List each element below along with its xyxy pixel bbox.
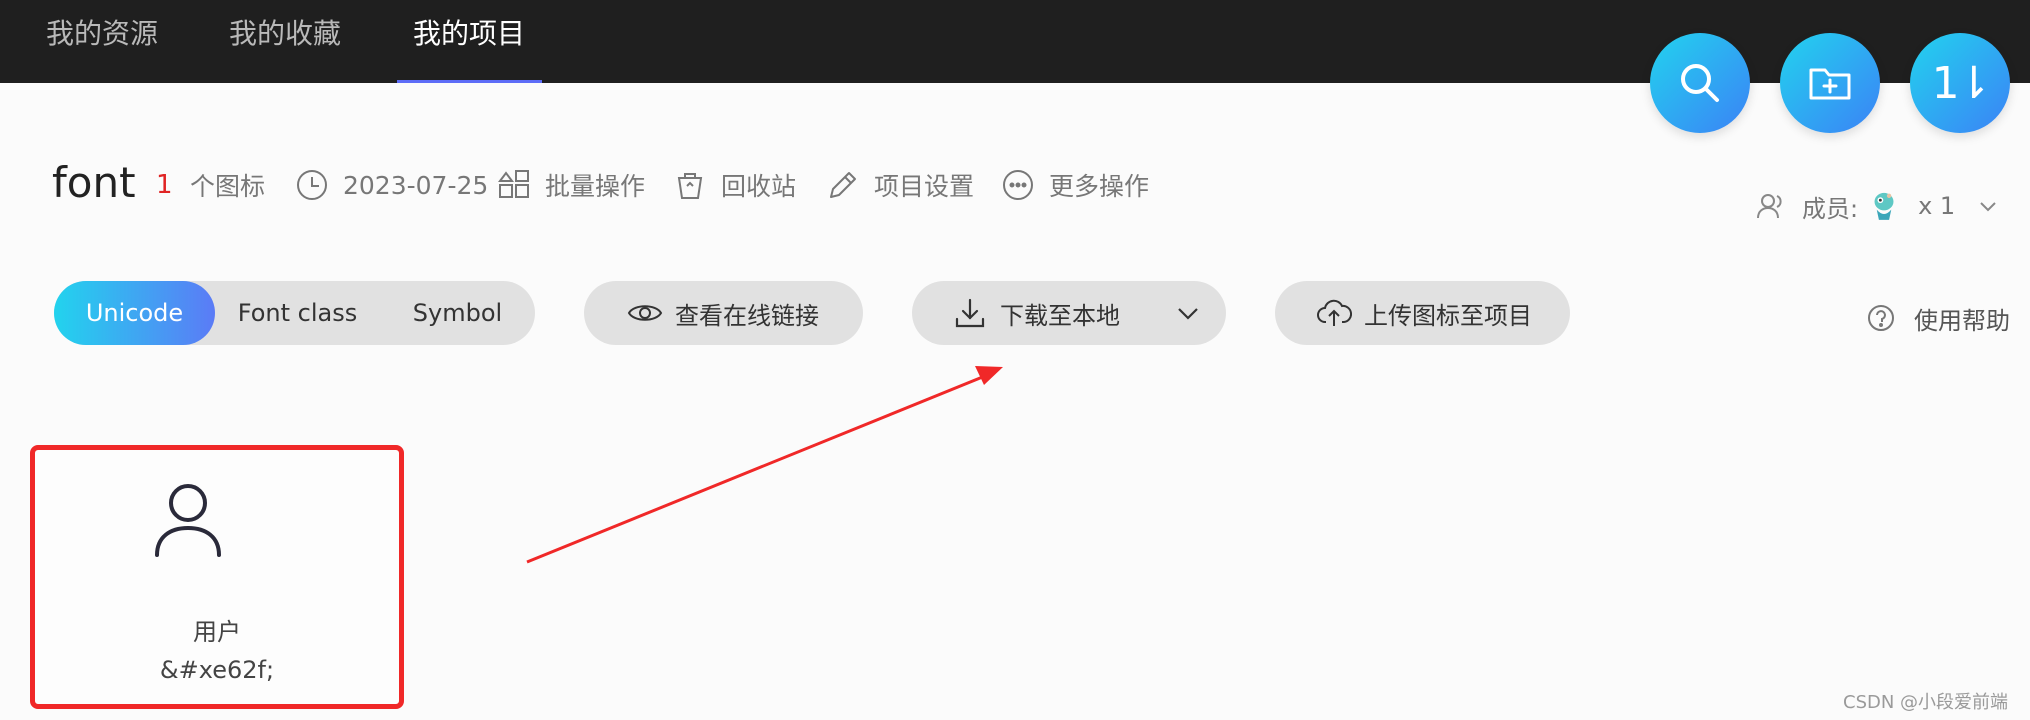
recycle-bin-label: 回收站 [721,172,797,201]
watermark: CSDN @小段爱前端 [1843,692,2009,713]
recycle-bin-link[interactable]: 回收站 [673,165,796,205]
icon-card[interactable]: 用户 &#xe62f; [30,445,404,709]
download-local-label: 下载至本地 [1000,301,1120,330]
project-settings-link[interactable]: 项目设置 [826,165,974,205]
members-dropdown[interactable]: 成员: x 1 [1756,186,1999,226]
download-local-button[interactable]: 下载至本地 [912,281,1226,345]
usage-help-label: 使用帮助 [1914,306,2010,335]
add-folder-icon [1809,68,1851,100]
clock-icon [297,170,327,200]
tab-my-resources[interactable]: 我的资源 [46,0,158,83]
batch-operation-link[interactable]: 批量操作 [497,165,645,205]
view-online-link-button[interactable]: 查看在线链接 [584,281,863,345]
trash-icon [677,173,703,199]
segment-font-class[interactable]: Font class [215,281,380,345]
sort-button[interactable]: 1⇂ [1910,33,2010,133]
more-icon [1003,170,1033,200]
download-icon [955,298,985,328]
chevron-down-icon [1980,202,1996,212]
help-icon [1868,305,1894,331]
icon-unicode-code: &#xe62f; [159,656,275,684]
usage-help-link[interactable]: 使用帮助 [1866,300,2010,336]
search-icon [1681,64,1719,102]
cloud-upload-icon [1317,299,1352,326]
upload-icons-button[interactable]: 上传图标至项目 [1275,281,1570,345]
more-operations-link[interactable]: 更多操作 [1001,165,1149,205]
user-icon [155,484,221,557]
members-label: 成员: [1802,194,1859,223]
avatar [1874,192,1894,220]
tab-my-favorites[interactable]: 我的收藏 [229,0,341,83]
active-tab-indicator [397,80,542,83]
segment-unicode[interactable]: Unicode [54,281,215,345]
add-folder-button[interactable] [1780,33,1880,133]
grid-icon [498,170,529,198]
chevron-down-icon [1178,308,1198,320]
segment-symbol[interactable]: Symbol [380,281,535,345]
icon-name: 用户 [193,618,241,646]
view-online-link-label: 查看在线链接 [675,301,819,330]
sort-icon: 1⇂ [1931,57,1993,109]
icon-count-unit: 个图标 [190,165,265,205]
project-date: 2023-07-25 [295,165,488,205]
project-settings-label: 项目设置 [874,172,975,201]
project-date-value: 2023-07-25 [343,170,489,200]
more-operations-label: 更多操作 [1049,172,1150,201]
members-icon [1757,194,1782,219]
icon-count-unit-label: 个图标 [190,172,266,201]
batch-operation-label: 批量操作 [545,172,646,201]
eye-icon [627,305,663,321]
members-count: x 1 [1918,192,1956,220]
search-button[interactable] [1650,33,1750,133]
tab-my-projects[interactable]: 我的项目 [413,0,525,83]
pencil-icon [830,172,856,198]
icon-count: 1 [156,170,173,200]
project-name: font [52,158,136,207]
upload-icons-label: 上传图标至项目 [1364,301,1532,330]
code-type-switcher: Unicode Font class Symbol [54,281,535,345]
